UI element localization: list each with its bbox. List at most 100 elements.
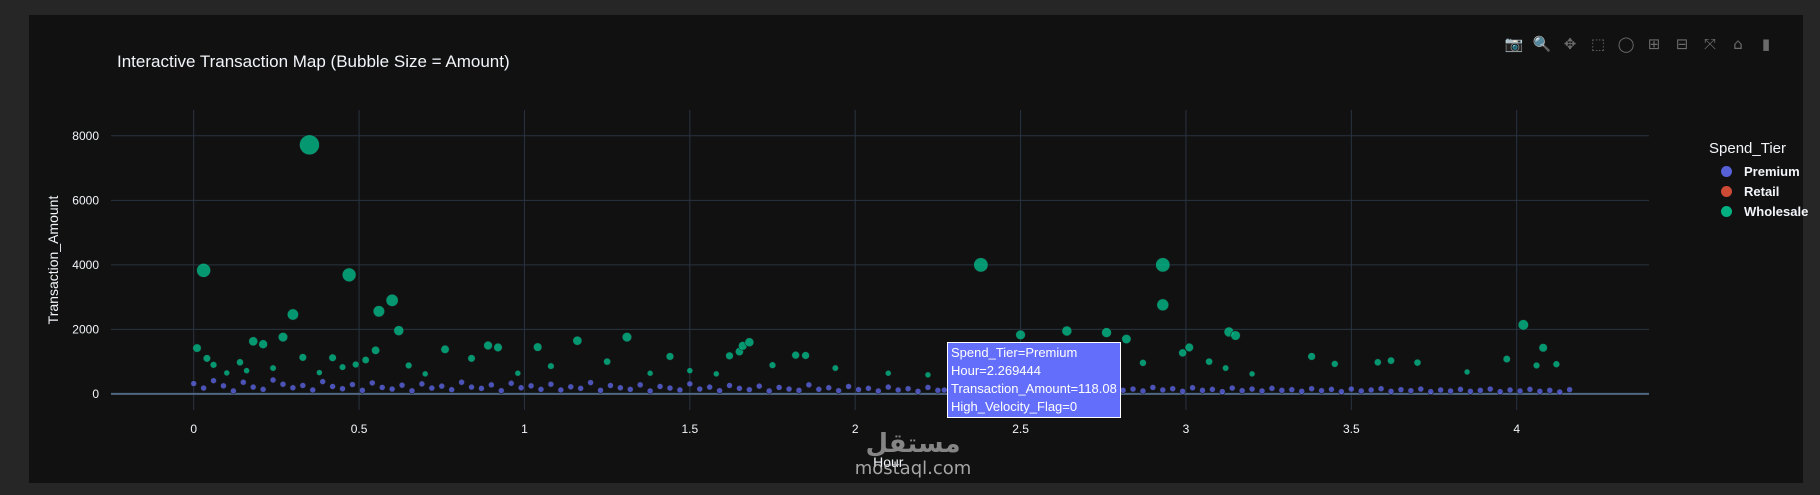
data-point-premium [1278, 387, 1286, 394]
data-point-premium [547, 380, 555, 388]
data-point-premium [438, 382, 446, 390]
data-point-premium [904, 385, 912, 393]
data-point-premium [656, 383, 664, 390]
data-point-wholesale [1205, 357, 1213, 366]
legend-swatch [1721, 205, 1732, 217]
data-point-premium [666, 384, 674, 392]
data-point-wholesale [1101, 327, 1112, 338]
data-point-wholesale [924, 371, 932, 379]
zoom-out-icon[interactable]: ⊟ [1671, 33, 1693, 55]
data-point-wholesale [223, 369, 231, 377]
data-point-premium [1348, 385, 1355, 393]
legend-swatch [1721, 165, 1732, 177]
data-point-premium [1357, 387, 1365, 395]
data-point-premium [230, 387, 237, 395]
data-point-premium [240, 378, 247, 386]
data-point-wholesale [286, 308, 299, 321]
reset-axes-icon[interactable]: ⌂ [1727, 33, 1749, 55]
lasso-select-icon[interactable]: ◯ [1615, 33, 1637, 55]
data-point-wholesale [1230, 330, 1241, 341]
x-tick-label: 3.5 [1343, 422, 1360, 436]
data-point-premium [1367, 386, 1375, 394]
zoom-in-icon[interactable]: ⊞ [1643, 33, 1665, 55]
data-point-premium [1407, 387, 1415, 394]
data-point-premium [805, 381, 813, 389]
plot-frame: 0 0.5 1 1.5 2 2.5 3 3.5 4 0 2000 4000 6000 8000 Intera… [29, 15, 1808, 483]
data-point-wholesale [196, 262, 211, 278]
data-point-premium [319, 378, 326, 385]
data-point-premium [1119, 387, 1127, 394]
data-point-premium [1447, 387, 1454, 395]
legend-item-wholesale[interactable]: Wholesale [1709, 201, 1808, 221]
data-point-wholesale [547, 362, 555, 370]
zoom-icon[interactable]: 🔍 [1531, 33, 1553, 55]
data-point-wholesale [1538, 343, 1548, 353]
chart-title: Interactive Transaction Map (Bubble Size… [117, 52, 510, 71]
box-select-icon[interactable]: ⬚ [1587, 33, 1609, 55]
data-point-premium [259, 386, 267, 393]
data-point-wholesale [467, 354, 476, 363]
modebar: 📷 🔍 ✥ ⬚ ◯ ⊞ ⊟ ⤧ ⌂ ▮ [1503, 33, 1777, 55]
tooltip-line: High_Velocity_Flag=0 [951, 399, 1078, 414]
data-point-wholesale [621, 332, 633, 343]
legend-swatch [1721, 185, 1732, 197]
data-point-premium [1506, 386, 1514, 394]
pan-icon[interactable]: ✥ [1559, 33, 1581, 55]
data-point-premium [279, 380, 287, 388]
data-point-premium [190, 380, 197, 387]
data-point-premium [1318, 387, 1325, 394]
plotly-logo-icon[interactable]: ▮ [1755, 33, 1777, 55]
data-point-wholesale [258, 339, 268, 349]
data-point-premium [1199, 387, 1206, 394]
data-point-wholesale [248, 336, 259, 347]
data-point-wholesale [393, 325, 405, 336]
data-point-premium [1417, 385, 1425, 393]
legend-label: Wholesale [1744, 203, 1809, 219]
data-point-premium [1139, 387, 1147, 395]
data-point-premium [220, 382, 227, 390]
y-tick-label: 8000 [72, 129, 99, 143]
data-point-premium [1477, 387, 1484, 394]
data-point-premium [855, 386, 862, 393]
data-point-premium [626, 386, 634, 393]
data-point-premium [736, 385, 743, 392]
data-point-premium [785, 385, 793, 393]
data-point-premium [884, 383, 892, 391]
data-point-wholesale [483, 340, 493, 351]
data-point-wholesale [202, 354, 211, 363]
data-point-wholesale [352, 360, 360, 369]
data-point-premium [894, 386, 902, 394]
data-point-wholesale [1155, 257, 1171, 273]
data-point-premium [1288, 386, 1296, 393]
data-point-premium [1516, 387, 1524, 395]
data-point-premium [865, 385, 872, 392]
data-point-premium [696, 385, 704, 393]
data-point-premium [517, 384, 525, 392]
data-point-premium [706, 383, 713, 391]
data-point-wholesale [1248, 370, 1256, 378]
data-point-wholesale [884, 369, 892, 377]
tooltip-line: Transaction_Amount=118.08 [951, 381, 1117, 396]
scatter-chart[interactable]: 0 0.5 1 1.5 2 2.5 3 3.5 402000400060008000Intera… [29, 15, 1803, 483]
legend-item-premium[interactable]: Premium [1709, 161, 1808, 181]
data-point-premium [924, 384, 932, 391]
data-point-wholesale [385, 293, 399, 307]
data-point-premium [210, 377, 217, 384]
data-point-premium [269, 376, 277, 384]
autoscale-icon[interactable]: ⤧ [1699, 33, 1721, 55]
data-point-wholesale [1502, 354, 1511, 364]
data-point-wholesale [1139, 359, 1147, 367]
data-point-wholesale [243, 367, 250, 374]
data-point-premium [726, 382, 733, 389]
data-point-premium [607, 382, 614, 389]
data-point-premium [1238, 387, 1246, 394]
y-tick-label: 4000 [72, 258, 99, 272]
data-point-premium [478, 385, 485, 392]
data-point-premium [746, 386, 753, 393]
y-tick-label: 6000 [72, 193, 99, 207]
data-point-premium [309, 386, 317, 394]
camera-icon[interactable]: 📷 [1503, 33, 1525, 55]
data-point-wholesale [299, 134, 320, 156]
data-point-premium [676, 386, 684, 394]
legend-item-retail[interactable]: Retail [1709, 181, 1808, 201]
